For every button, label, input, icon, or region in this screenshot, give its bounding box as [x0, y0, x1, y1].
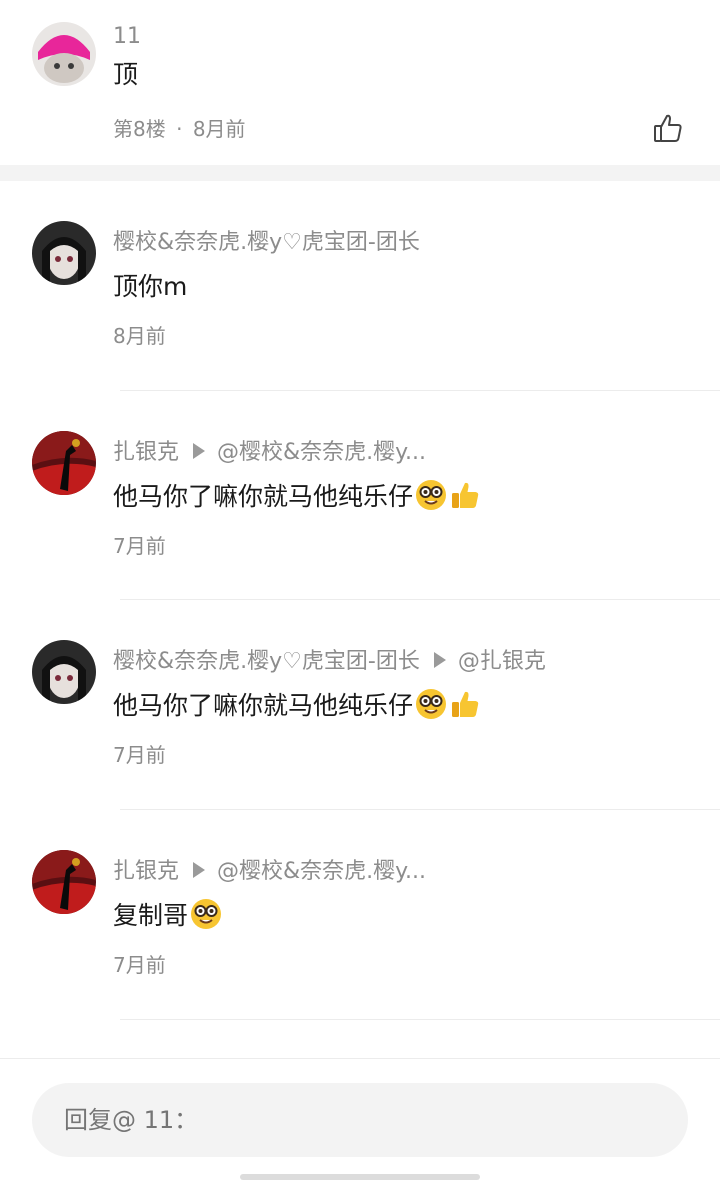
thumbs-up-emoji	[449, 479, 481, 511]
triangle-right-icon	[193, 443, 206, 459]
divider	[120, 809, 720, 810]
reply-time: 8月前	[113, 324, 166, 348]
reply-target[interactable]: @樱校&奈奈虎.樱y...	[217, 859, 426, 884]
thumbs-up-outline-icon[interactable]	[652, 112, 684, 144]
reply-time: 7月前	[113, 953, 166, 977]
reply-username[interactable]: 樱校&奈奈虎.樱y♡虎宝团-团长	[113, 228, 420, 258]
nerd-face-emoji	[415, 479, 447, 511]
reply-target[interactable]: @樱校&奈奈虎.樱y...	[217, 440, 426, 465]
thumbs-up-emoji	[449, 688, 481, 720]
avatar[interactable]	[32, 221, 96, 285]
nerd-face-emoji	[190, 898, 222, 930]
avatar[interactable]	[32, 431, 96, 495]
triangle-right-icon	[433, 652, 446, 668]
reply-text: 他马你了嘛你就马他纯乐仔	[113, 482, 414, 511]
reply-text: 复制哥	[113, 901, 189, 930]
comment-meta: 第8楼 · 8月前	[113, 115, 246, 143]
divider	[120, 1019, 720, 1020]
reply-content: 他马你了嘛你就马他纯乐仔	[113, 689, 481, 723]
reply-time: 7月前	[113, 743, 166, 767]
reply-header: 扎银克 @樱校&奈奈虎.樱y...	[113, 857, 426, 887]
section-divider	[0, 165, 720, 181]
home-indicator[interactable]	[240, 1174, 480, 1180]
reply-username[interactable]: 扎银克	[113, 440, 179, 465]
reply-username[interactable]: 扎银克	[113, 859, 179, 884]
reply-header: 扎银克 @樱校&奈奈虎.樱y...	[113, 438, 426, 468]
comment-time: 8月前	[192, 117, 246, 141]
avatar[interactable]	[32, 640, 96, 704]
nerd-face-emoji	[415, 688, 447, 720]
comment-content: 顶	[113, 60, 139, 89]
avatar[interactable]	[32, 22, 96, 86]
floor-label: 第8楼	[113, 117, 166, 141]
reply-input[interactable]	[32, 1083, 688, 1157]
reply-content: 顶你m	[113, 272, 188, 301]
comment-username[interactable]: 11	[113, 22, 141, 52]
reply-time: 7月前	[113, 534, 166, 558]
meta-separator: ·	[176, 117, 183, 141]
reply-target[interactable]: @扎银克	[458, 649, 546, 674]
reply-text: 他马你了嘛你就马他纯乐仔	[113, 691, 414, 720]
reply-header: 樱校&奈奈虎.樱y♡虎宝团-团长 @扎银克	[113, 647, 546, 677]
divider	[120, 599, 720, 600]
avatar[interactable]	[32, 850, 96, 914]
triangle-right-icon	[193, 862, 206, 878]
reply-username[interactable]: 樱校&奈奈虎.樱y♡虎宝团-团长	[113, 649, 420, 674]
divider	[120, 390, 720, 391]
reply-content: 复制哥	[113, 899, 222, 933]
reply-content: 他马你了嘛你就马他纯乐仔	[113, 480, 481, 514]
